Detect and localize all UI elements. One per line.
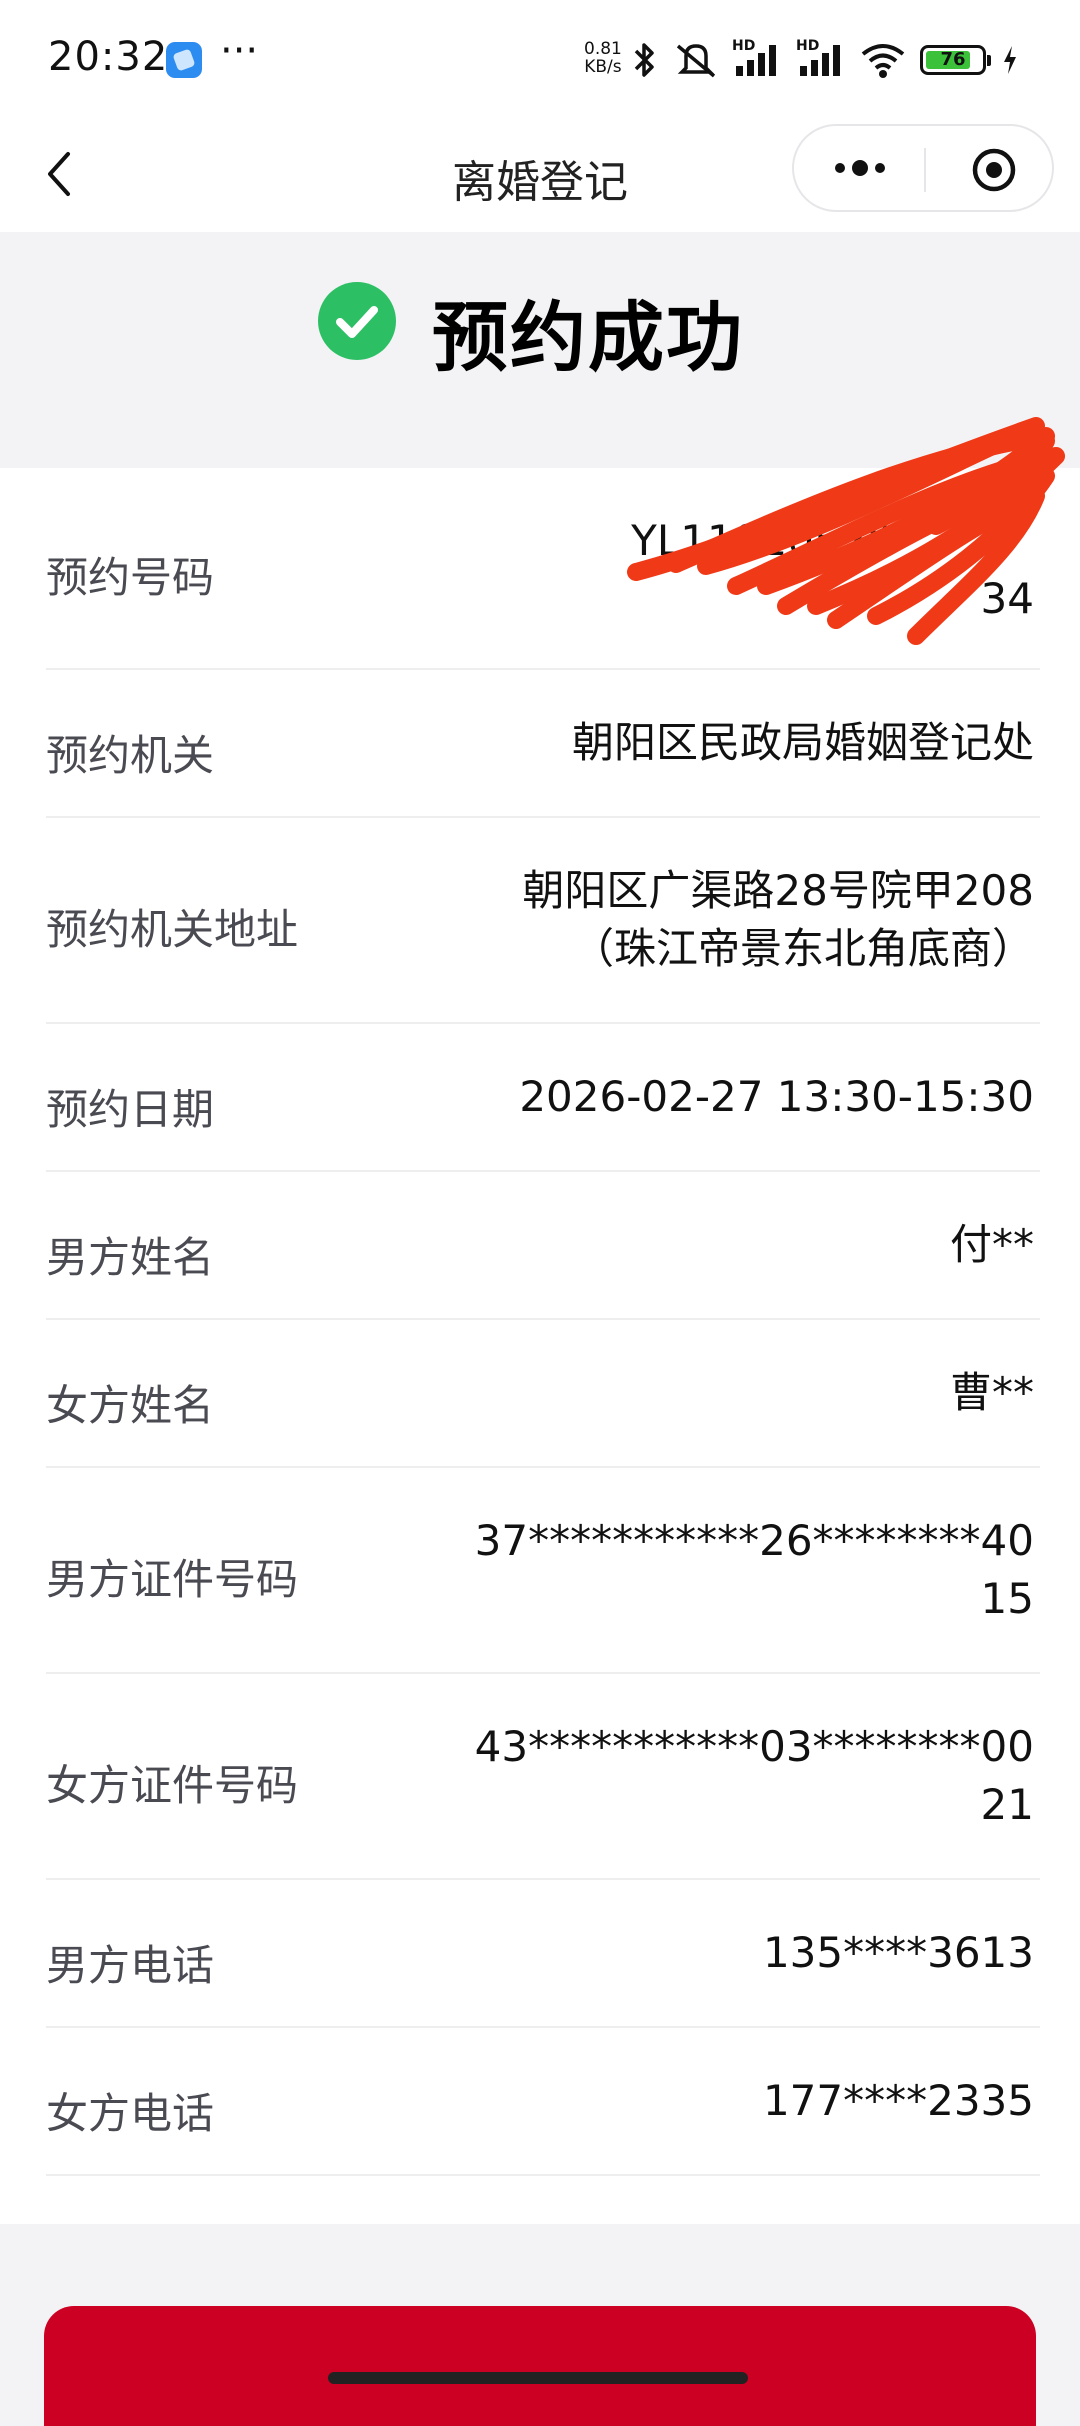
redaction-scribble (627, 417, 1065, 645)
detail-value: 2026-02-27 13:30-15:30 (519, 1072, 1034, 1121)
detail-label: 男方姓名 (46, 1233, 215, 1282)
detail-value: 朝阳区广渠路28号院甲208 （珠江帝景东北角底商） (522, 866, 1034, 973)
detail-value: 曹** (949, 1368, 1034, 1417)
more-notifications-icon: ··· (220, 28, 259, 74)
detail-label: 女方电话 (46, 2089, 215, 2138)
network-speed-value: 0.81 (584, 39, 622, 59)
detail-row-female-name: 女方姓名 曹** (46, 1320, 1040, 1468)
detail-value: 177****2335 (762, 2076, 1034, 2125)
app-notification-icon (166, 42, 202, 78)
detail-value: 朝阳区民政局婚姻登记处 (571, 718, 1034, 767)
detail-row-registration-office: 预约机关 朝阳区民政局婚姻登记处 (46, 670, 1040, 818)
navigation-bar: 离婚登记 (0, 120, 1080, 232)
battery-icon: 76 (920, 45, 991, 75)
signal-sim1-icon: HD (732, 38, 782, 80)
network-speed-unit: KB/s (584, 57, 622, 77)
detail-row-male-phone: 男方电话 135****3613 (46, 1880, 1040, 2028)
detail-row-appointment-date: 预约日期 2026-02-27 13:30-15:30 (46, 1024, 1040, 1172)
capsule-divider (924, 148, 926, 192)
detail-row-female-id-number: 女方证件号码 43***********03********00 21 (46, 1674, 1040, 1880)
detail-value: 37***********26********40 15 (474, 1516, 1034, 1623)
detail-value: 43***********03********00 21 (474, 1722, 1034, 1829)
detail-label: 男方电话 (46, 1941, 215, 1990)
detail-row-office-address: 预约机关地址 朝阳区广渠路28号院甲208 （珠江帝景东北角底商） (46, 818, 1040, 1024)
close-mini-program-icon[interactable] (970, 146, 1018, 194)
bluetooth-icon (634, 43, 654, 77)
more-icon[interactable] (830, 156, 890, 180)
status-bar: 20:32 ··· 0.81 KB/s HD HD 76 (0, 0, 1080, 120)
detail-value: 付** (949, 1220, 1034, 1269)
mute-icon (676, 44, 716, 78)
detail-label: 预约机关 (46, 731, 215, 780)
check-circle-icon (318, 282, 396, 360)
signal-sim2-icon: HD (796, 38, 846, 80)
detail-row-male-name: 男方姓名 付** (46, 1172, 1040, 1320)
detail-value: 135****3613 (762, 1928, 1034, 1977)
detail-label: 预约号码 (46, 553, 215, 602)
detail-row-female-phone: 女方电话 177****2335 (46, 2028, 1040, 2176)
detail-label: 预约机关地址 (46, 905, 299, 954)
detail-row-male-id-number: 男方证件号码 37***********26********40 15 (46, 1468, 1040, 1674)
detail-label: 预约日期 (46, 1085, 215, 1134)
status-icons: HD HD 76 (630, 38, 1020, 82)
network-speed: 0.81 KB/s (584, 40, 622, 76)
success-title: 预约成功 (432, 293, 744, 382)
status-time: 20:32 (48, 34, 169, 80)
home-indicator (328, 2372, 748, 2384)
mini-program-capsule (792, 124, 1054, 212)
detail-label: 女方姓名 (46, 1381, 215, 1430)
detail-label: 女方证件号码 (46, 1761, 299, 1810)
wifi-icon (861, 44, 905, 78)
detail-label: 男方证件号码 (46, 1555, 299, 1604)
appointment-details-card: 预约号码 YL11010520 34 预约机关 朝阳区民政局婚姻登记处 预约机关… (0, 468, 1080, 2224)
battery-level: 76 (940, 49, 966, 70)
charging-icon (1004, 46, 1016, 74)
primary-action-button[interactable] (44, 2306, 1036, 2426)
